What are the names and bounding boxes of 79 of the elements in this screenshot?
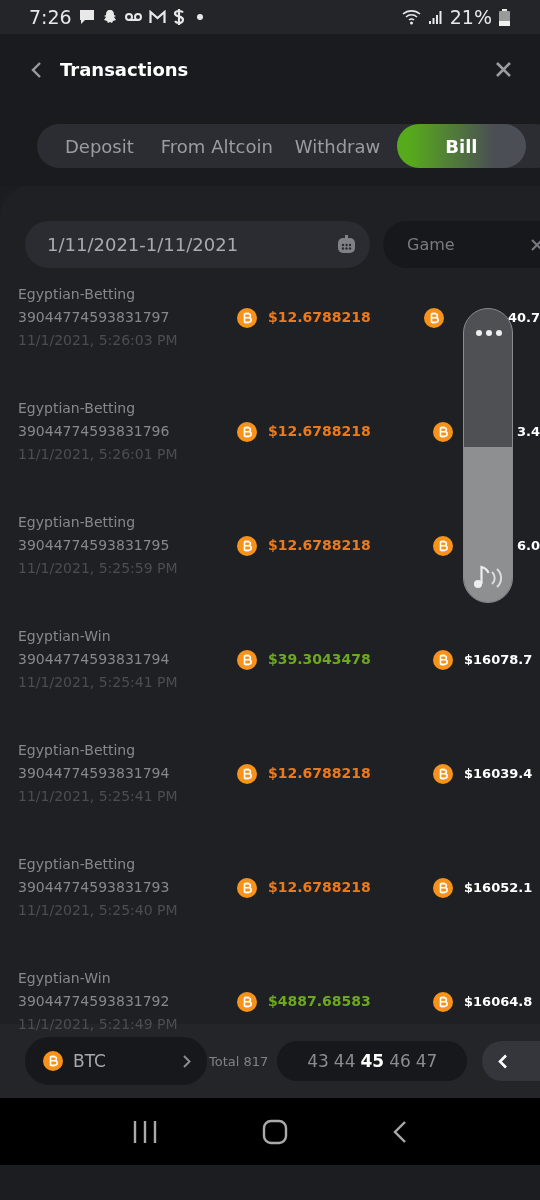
more-icon[interactable] [475, 329, 503, 337]
page-link[interactable]: 47 [415, 1051, 438, 1071]
page-link[interactable]: 46 [389, 1051, 411, 1071]
transaction-id: 39044774593831792 [18, 992, 171, 1011]
page-title: Transactions [60, 59, 190, 80]
amount: $12.6788218 [268, 422, 371, 441]
amount: $12.6788218 [268, 536, 371, 555]
signal-icon [428, 10, 443, 24]
voicemail-icon [124, 12, 142, 22]
transaction-id: 39044774593831796 [18, 422, 171, 441]
bitcoin-icon [433, 763, 453, 784]
balance: $16064.8 [464, 993, 533, 1011]
transaction-id: 39044774593831795 [18, 536, 171, 555]
transaction-id: 39044774593831793 [18, 878, 171, 897]
page-link[interactable]: 45 [360, 1051, 385, 1071]
amount: $12.6788218 [268, 878, 371, 897]
chevron-right-icon [183, 1054, 191, 1068]
bitcoin-icon [433, 877, 453, 898]
transaction-id: 39044774593831794 [18, 764, 171, 783]
tab[interactable]: Bill [397, 124, 526, 168]
bitcoin-icon [423, 307, 444, 328]
currency-select[interactable]: BTC [25, 1037, 207, 1085]
total-count: Total 817 [209, 1053, 269, 1069]
balance: $16039.4 [464, 765, 533, 783]
amount: $12.6788218 [268, 308, 371, 327]
chevron-left-icon [498, 1053, 509, 1069]
amount: $12.6788218 [268, 764, 371, 783]
game-name: Egyptian-Win [18, 627, 112, 646]
back-icon[interactable] [30, 60, 42, 79]
previous-page-button[interactable] [482, 1041, 540, 1081]
amount: $4887.68583 [268, 992, 371, 1011]
game-name: Egyptian-Betting [18, 855, 137, 874]
calendar-icon [337, 235, 356, 254]
music-note-icon [473, 564, 505, 590]
game-select[interactable]: Game [383, 221, 540, 268]
game-name: Egyptian-Win [18, 969, 112, 988]
bitcoin-icon [237, 991, 257, 1012]
clear-icon[interactable] [531, 237, 540, 252]
clock: 7:26 [29, 6, 72, 28]
amount: $39.3043478 [268, 650, 371, 669]
battery-percent: 21% [449, 6, 492, 28]
battery-icon [499, 8, 510, 26]
bitcoin-icon [433, 649, 453, 670]
home-icon[interactable] [262, 1118, 288, 1145]
bitcoin-icon [237, 307, 257, 328]
balance: $16052.1 [464, 879, 533, 897]
bitcoin-icon [237, 763, 257, 784]
bitcoin-icon [43, 1051, 63, 1071]
close-icon[interactable] [495, 61, 512, 78]
bitcoin-icon [432, 421, 453, 442]
page-link[interactable]: 44 [333, 1051, 356, 1071]
mail-icon [148, 10, 166, 24]
transaction-id: 39044774593831794 [18, 650, 171, 669]
bitcoin-icon [237, 877, 257, 898]
game-name: Egyptian-Betting [18, 399, 137, 418]
balance: 6.0 [516, 537, 540, 555]
transaction-id: 39044774593831797 [18, 308, 171, 327]
bitcoin-icon [237, 535, 257, 556]
balance: $16078.7 [464, 651, 533, 669]
message-icon [78, 9, 95, 25]
game-name: Egyptian-Betting [18, 741, 137, 760]
page-link[interactable]: 43 [307, 1051, 329, 1071]
tab[interactable]: From Altcoin [149, 124, 284, 168]
bitcoin-icon [237, 421, 257, 442]
bitcoin-icon [433, 991, 453, 1012]
bitcoin-icon [237, 649, 257, 670]
back-icon[interactable] [393, 1119, 408, 1144]
wifi-icon [401, 9, 422, 25]
game-name: Egyptian-Betting [18, 513, 137, 532]
balance: 40.7 [507, 309, 540, 327]
game-name: Egyptian-Betting [18, 285, 137, 304]
balance: 3.4 [516, 423, 540, 441]
recent-apps-icon[interactable] [132, 1119, 157, 1144]
date-range-field[interactable]: 1/11/2021-1/11/2021 [25, 221, 370, 268]
tab[interactable]: Deposit [51, 124, 150, 168]
ghost-icon [101, 9, 118, 25]
tab[interactable]: Withdraw [283, 124, 392, 168]
dollar-icon [172, 8, 185, 26]
bitcoin-icon [432, 535, 453, 556]
